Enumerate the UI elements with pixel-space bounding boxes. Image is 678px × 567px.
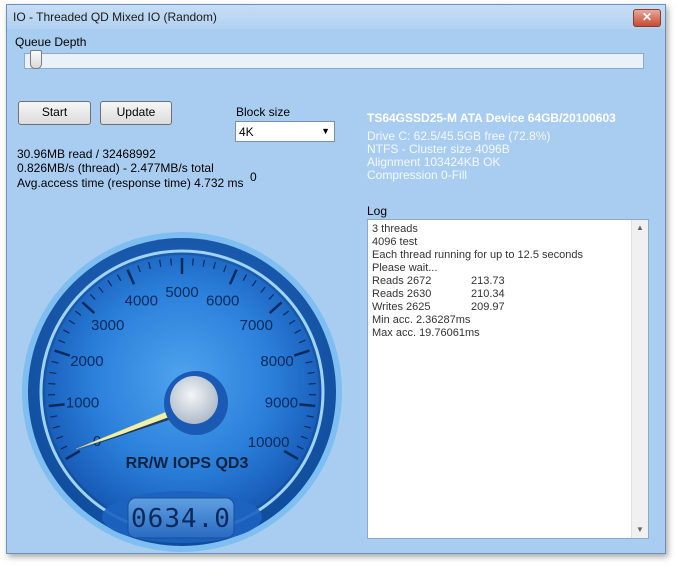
gauge-tick-label: 8000 — [260, 353, 293, 370]
gauge-hub — [170, 376, 218, 424]
log-line-text: Writes 2625 — [372, 301, 431, 313]
block-size-label: Block size — [236, 105, 291, 119]
log-line-text: Reads 2630 — [372, 288, 432, 300]
block-size-value: 4K — [239, 125, 254, 139]
log-line-text: Each thread running for up to 12.5 secon… — [372, 249, 583, 261]
gauge-minor-tick — [170, 258, 172, 266]
title-bar[interactable]: IO - Threaded QD Mixed IO (Random) ✕ — [7, 5, 665, 29]
log-line-text: Reads 2672 — [372, 275, 432, 287]
scroll-down-icon[interactable]: ▼ — [632, 522, 648, 538]
log-line-text: 4096 test — [372, 236, 418, 248]
block-size-select[interactable]: 4K ▼ — [235, 121, 335, 142]
log-line: Each thread running for up to 12.5 secon… — [372, 249, 583, 262]
gauge-tick-label: 1000 — [66, 394, 99, 411]
gauge-major-tick — [48, 403, 65, 408]
gauge-tick-label: 6000 — [206, 293, 239, 310]
app-window: IO - Threaded QD Mixed IO (Random) ✕ Que… — [6, 4, 666, 554]
client-area: Queue Depth Start Update Block size 4K ▼… — [8, 29, 664, 552]
gauge-tick-label: 5000 — [165, 284, 198, 301]
counter-value: 0 — [250, 170, 257, 184]
log-line: Reads 2672 213.73 — [372, 275, 583, 288]
chevron-down-icon[interactable]: ▼ — [321, 126, 330, 136]
gauge-tick-label: 10000 — [248, 434, 290, 451]
rate-stat: 0.826MB/s (thread) - 2.477MB/s total — [17, 161, 214, 175]
log-line-value: 209.97 — [471, 301, 505, 313]
log-line: Max acc. 19.76061ms — [372, 327, 583, 340]
gauge-minor-tick — [192, 258, 194, 266]
log-line: Reads 2630 210.34 — [372, 288, 583, 301]
queue-depth-slider-thumb[interactable] — [30, 50, 42, 69]
gauge-tick-label: 9000 — [265, 394, 298, 411]
drive-info: Drive C: 62.5/45.5GB free (72.8%) — [367, 129, 551, 143]
log-line: Min acc. 2.36287ms — [372, 314, 583, 327]
alignment-info: Alignment 103424KB OK — [367, 155, 501, 169]
gauge-tick-label: 7000 — [240, 317, 273, 334]
scroll-up-icon[interactable]: ▲ — [632, 220, 648, 236]
queue-depth-slider[interactable] — [24, 53, 644, 69]
log-line-value: 210.34 — [471, 288, 505, 300]
window-title: IO - Threaded QD Mixed IO (Random) — [13, 10, 217, 24]
log-lines: 3 threads 4096 test Each thread running fo… — [372, 223, 583, 340]
log-line-text: 3 threads — [372, 223, 418, 235]
log-line-text: Max acc. 19.76061ms — [372, 327, 480, 339]
iops-gauge: 0100020003000400050006000700080009000100… — [22, 232, 342, 552]
log-scrollbar[interactable]: ▲ ▼ — [631, 220, 648, 538]
log-line: 3 threads — [372, 223, 583, 236]
queue-depth-label: Queue Depth — [15, 35, 87, 49]
log-label: Log — [367, 204, 388, 218]
start-button[interactable]: Start — [18, 101, 91, 125]
gauge-title: RR/W IOPS QD3 — [126, 455, 249, 472]
device-name: TS64GSSD25-M ATA Device 64GB/20100603 — [367, 111, 616, 125]
log-line-text: Please wait... — [372, 262, 438, 274]
gauge-major-tick — [299, 403, 316, 408]
gauge-tick-label: 2000 — [70, 353, 103, 370]
log-line-text: Min acc. 2.36287ms — [372, 314, 471, 326]
gauge-tick-label: 3000 — [91, 317, 124, 334]
filesystem-info: NTFS - Cluster size 4096B — [367, 142, 510, 156]
close-button[interactable]: ✕ — [633, 9, 661, 27]
compression-info: Compression 0-Fill — [367, 168, 468, 182]
log-line: Please wait... — [372, 262, 583, 275]
log-textbox[interactable]: 3 threads 4096 test Each thread running fo… — [367, 219, 649, 539]
update-button[interactable]: Update — [100, 101, 172, 125]
access-time-stat: Avg.access time (response time) 4.732 ms — [17, 176, 244, 190]
log-line: 4096 test — [372, 236, 583, 249]
log-line: Writes 2625 209.97 — [372, 301, 583, 314]
log-line-value: 213.73 — [471, 275, 505, 287]
gauge-tick-label: 4000 — [125, 293, 158, 310]
read-stat: 30.96MB read / 32468992 — [17, 147, 156, 161]
digital-readout: 0634.0 — [131, 504, 231, 534]
